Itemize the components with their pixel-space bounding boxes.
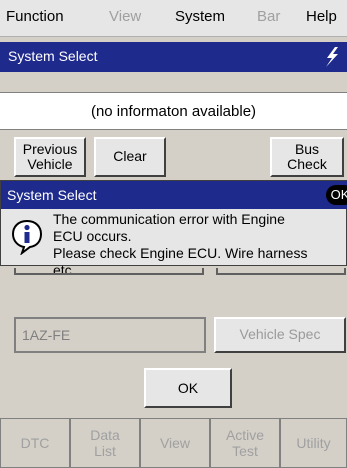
ok-label: OK: [177, 380, 199, 396]
ok-button[interactable]: OK: [144, 368, 232, 408]
app-window: Function View System Bar Help System Sel…: [0, 0, 347, 468]
tab-view[interactable]: View: [140, 418, 210, 468]
info-panel: (no informaton available): [0, 92, 347, 130]
info-text: (no informaton available): [90, 103, 257, 120]
field-edge-left: [14, 268, 204, 275]
dialog-message-line-2: ECU occurs.: [53, 228, 132, 244]
vehicle-spec-label: Vehicle Spec: [239, 326, 321, 342]
bus-check-label-1: Bus: [294, 141, 320, 157]
spacer-band: [0, 72, 347, 92]
tab-view-label: View: [159, 435, 191, 451]
engine-field: 1AZ-FE: [14, 317, 206, 353]
field-edge-right: [216, 268, 346, 275]
error-dialog: System Select OK The communication error…: [0, 180, 347, 278]
info-icon: [11, 219, 43, 255]
dialog-title: System Select: [7, 187, 97, 203]
tab-dtc[interactable]: DTC: [0, 418, 70, 468]
menu-system[interactable]: System: [175, 8, 225, 25]
tab-data-list-label-1: Data: [90, 427, 120, 443]
title-bar: System Select: [0, 42, 347, 72]
tab-dtc-label: DTC: [20, 435, 50, 451]
previous-vehicle-label-2: Vehicle: [27, 156, 73, 172]
bus-check-label-2: Check: [287, 156, 327, 172]
tab-active-test-label-1: Active: [225, 427, 265, 443]
engine-value: 1AZ-FE: [22, 327, 71, 343]
vehicle-spec-button[interactable]: Vehicle Spec: [214, 317, 346, 353]
tab-data-list-label-2: List: [94, 443, 116, 459]
menu-bar-item[interactable]: Bar: [257, 8, 280, 25]
menu-function[interactable]: Function: [6, 8, 64, 25]
dialog-ok-button[interactable]: OK: [326, 185, 347, 205]
menu-help[interactable]: Help: [306, 8, 337, 25]
window-title: System Select: [8, 48, 98, 64]
menu-bar: Function View System Bar Help: [0, 0, 347, 37]
dialog-message-line-3: Please check Engine ECU. Wire harness: [53, 245, 308, 261]
tab-utility[interactable]: Utility: [280, 418, 347, 468]
dialog-title-bar: System Select OK: [1, 181, 347, 209]
tab-data-list[interactable]: Data List: [70, 418, 140, 468]
lightning-bolt-icon: [326, 47, 338, 67]
clear-label: Clear: [113, 148, 147, 164]
previous-vehicle-button[interactable]: Previous Vehicle: [14, 137, 86, 177]
clear-button[interactable]: Clear: [94, 137, 166, 177]
previous-vehicle-label-1: Previous: [22, 141, 78, 157]
dialog-message-line-1: The communication error with Engine: [53, 211, 285, 227]
menu-view[interactable]: View: [109, 8, 141, 25]
bus-check-button[interactable]: Bus Check: [270, 137, 344, 177]
tab-utility-label: Utility: [296, 435, 331, 451]
tab-active-test-label-2: Test: [232, 443, 258, 459]
tab-active-test[interactable]: Active Test: [210, 418, 280, 468]
